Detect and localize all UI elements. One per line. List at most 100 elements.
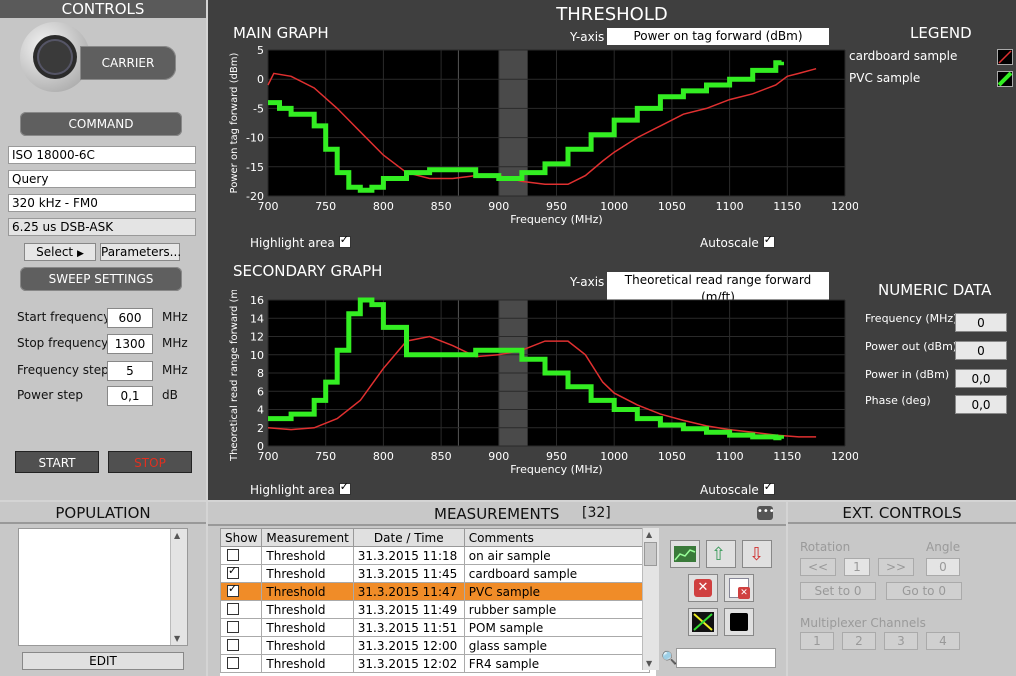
channel-1-button[interactable]: 1: [800, 632, 834, 650]
numeric-row: Phase (deg) 0,0: [863, 392, 1013, 416]
clear-button[interactable]: [724, 608, 754, 636]
table-row[interactable]: Threshold 31.3.2015 11:49 rubber sample: [220, 600, 650, 619]
search-input[interactable]: [676, 648, 776, 668]
go-to-0-button[interactable]: Go to 0: [886, 582, 962, 600]
show-cell[interactable]: [220, 546, 263, 565]
channel-3-button[interactable]: 3: [884, 632, 918, 650]
main-graph-chart[interactable]: 700 750 800 850 900 950 1000 1050 1100 1150 120050…: [208, 40, 858, 240]
legend-item-label: PVC sample: [849, 71, 921, 85]
column-header-show[interactable]: Show: [220, 528, 263, 547]
delete-button[interactable]: ✕: [688, 574, 718, 602]
scroll-thumb[interactable]: [644, 542, 657, 566]
main-highlight-checkbox[interactable]: [338, 233, 351, 248]
start-frequency-unit: MHz: [162, 310, 188, 324]
sec-highlight-checkbox[interactable]: [338, 480, 351, 495]
delete-all-button[interactable]: ✕: [724, 574, 754, 602]
scroll-up-icon[interactable]: ▲: [174, 531, 180, 540]
column-header-measurement[interactable]: Measurement: [261, 528, 354, 547]
rotation-value: 1: [844, 558, 870, 576]
start-button[interactable]: START: [15, 451, 99, 473]
export-button[interactable]: ⇧: [706, 540, 736, 568]
measurements-header: MEASUREMENTS [32] •••: [208, 504, 786, 526]
show-cell[interactable]: [220, 636, 263, 655]
select-label: Select: [36, 245, 74, 259]
secondary-graph-title: SECONDARY GRAPH: [233, 262, 383, 280]
link-field[interactable]: 320 kHz - FM0: [8, 194, 196, 212]
sweep-settings-button[interactable]: SWEEP SETTINGS: [20, 267, 182, 291]
legend-swatch-red: [997, 49, 1013, 65]
command-field[interactable]: Query: [8, 170, 196, 188]
table-row[interactable]: Threshold 31.3.2015 11:51 POM sample: [220, 618, 650, 637]
numeric-value: 0,0: [955, 369, 1007, 388]
y-tick-label: 16: [250, 294, 264, 307]
sec-autoscale-checkbox[interactable]: [762, 480, 775, 495]
show-checkbox[interactable]: [227, 549, 239, 561]
sec-yaxis-label: Y-axis: [570, 275, 605, 289]
scroll-up-icon[interactable]: ▲: [646, 530, 652, 539]
frequency-step-input[interactable]: 5: [107, 361, 153, 381]
sec-highlight-toggle[interactable]: Highlight area: [250, 480, 351, 497]
carrier-button[interactable]: CARRIER: [20, 22, 180, 92]
sec-autoscale-toggle[interactable]: Autoscale: [700, 480, 775, 497]
table-row[interactable]: Threshold 31.3.2015 11:18 on air sample: [220, 546, 650, 565]
load-measurement-button[interactable]: [670, 540, 700, 568]
crossed-chart-icon: [692, 612, 714, 632]
x-tick-label: 750: [315, 200, 336, 213]
population-title: POPULATION: [0, 504, 206, 524]
channel-2-button[interactable]: 2: [842, 632, 876, 650]
show-checkbox[interactable]: [227, 657, 239, 669]
parameters-button[interactable]: Parameters...: [100, 243, 181, 261]
show-cell[interactable]: [220, 618, 263, 637]
channel-4-button[interactable]: 4: [926, 632, 960, 650]
stop-frequency-input[interactable]: 1300: [107, 334, 153, 354]
show-checkbox[interactable]: [227, 621, 239, 633]
power-step-input[interactable]: 0,1: [107, 386, 153, 406]
main-highlight-toggle[interactable]: Highlight area: [250, 233, 351, 250]
x-tick-label: 800: [373, 450, 394, 463]
main-autoscale-toggle[interactable]: Autoscale: [700, 233, 775, 250]
comment-cell: PVC sample: [463, 582, 650, 601]
command-button[interactable]: COMMAND: [20, 112, 182, 136]
start-frequency-input[interactable]: 600: [107, 308, 153, 328]
table-row[interactable]: Threshold 31.3.2015 12:00 glass sample: [220, 636, 650, 655]
column-header-comments[interactable]: Comments: [463, 528, 650, 547]
rotate-left-button[interactable]: <<: [800, 558, 836, 576]
show-checkbox[interactable]: [227, 582, 239, 597]
show-checkbox[interactable]: [227, 564, 239, 579]
select-button[interactable]: Select ▶: [24, 243, 96, 261]
show-cell[interactable]: [220, 600, 263, 619]
edit-button[interactable]: EDIT: [22, 652, 184, 670]
table-row[interactable]: Threshold31.3.2015 11:45cardboard sample: [220, 564, 650, 583]
secondary-graph-chart[interactable]: 700 750 800 850 900 950 1000 1050 1100 1150 120016…: [208, 290, 858, 490]
protocol-field[interactable]: ISO 18000-6C: [8, 146, 196, 164]
import-button[interactable]: ⇩: [742, 540, 772, 568]
column-header-datetime[interactable]: Date / Time: [352, 528, 465, 547]
x-tick-label: 950: [546, 200, 567, 213]
measurements-title: MEASUREMENTS: [434, 505, 560, 523]
stop-button[interactable]: STOP: [108, 451, 192, 473]
legend-item-cardboard[interactable]: cardboard sample: [849, 49, 1016, 67]
measurement-cell: Threshold: [261, 600, 354, 619]
x-tick-label: 1150: [773, 200, 801, 213]
main-autoscale-checkbox[interactable]: [762, 233, 775, 248]
scroll-down-icon[interactable]: ▼: [646, 659, 652, 668]
table-row[interactable]: Threshold 31.3.2015 12:02 FR4 sample: [220, 654, 650, 673]
scroll-down-icon[interactable]: ▼: [174, 634, 180, 643]
show-cell[interactable]: [220, 654, 263, 673]
carrier-label: CARRIER: [80, 46, 176, 80]
population-list[interactable]: ▲ ▼: [18, 528, 188, 646]
datetime-cell: 31.3.2015 12:00: [352, 636, 465, 655]
measurements-scrollbar[interactable]: ▲ ▼: [642, 528, 659, 670]
show-checkbox[interactable]: [227, 639, 239, 651]
x-tick-label: 800: [373, 200, 394, 213]
hide-all-button[interactable]: [688, 608, 718, 636]
rotate-right-button[interactable]: >>: [878, 558, 914, 576]
show-cell[interactable]: [220, 582, 263, 601]
set-to-0-button[interactable]: Set to 0: [800, 582, 876, 600]
table-row[interactable]: Threshold31.3.2015 11:47PVC sample: [220, 582, 650, 601]
show-cell[interactable]: [220, 564, 263, 583]
show-checkbox[interactable]: [227, 603, 239, 615]
population-scrollbar[interactable]: ▲ ▼: [170, 529, 187, 645]
more-options-icon[interactable]: •••: [757, 506, 775, 520]
legend-item-pvc[interactable]: PVC sample: [849, 71, 1016, 89]
